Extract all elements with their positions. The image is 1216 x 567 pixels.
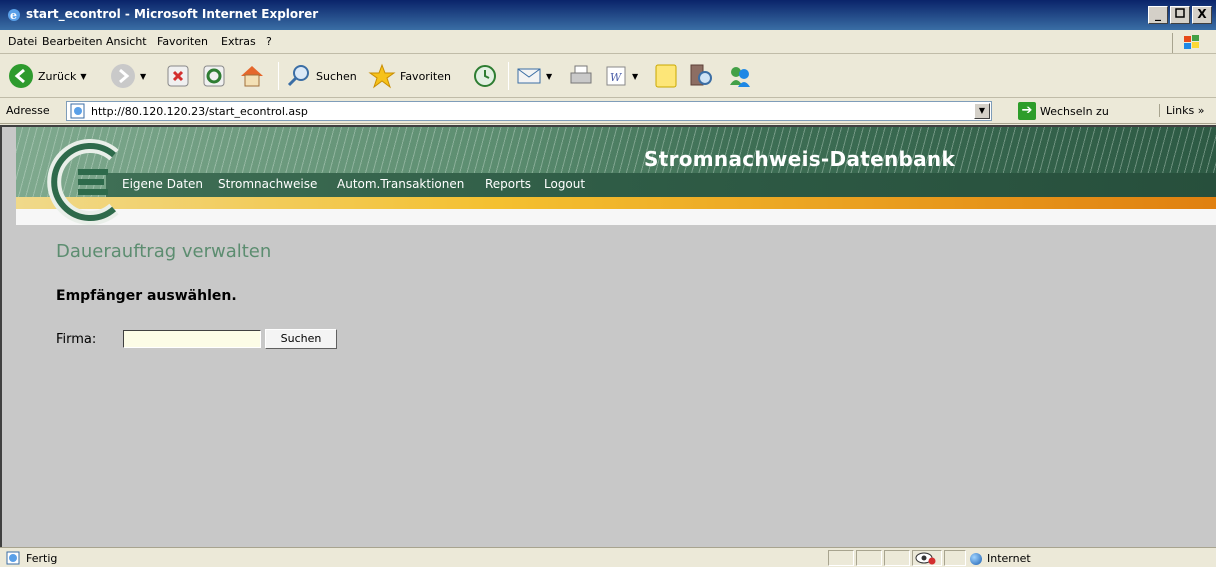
messenger-button[interactable] [726,62,754,90]
address-input[interactable]: http://80.120.120.23/start_econtrol.asp … [66,101,992,121]
favorites-button[interactable]: Favoriten [368,62,451,90]
privacy-pane[interactable] [912,550,942,566]
word-document-icon: W [606,66,626,86]
menu-help[interactable]: ? [266,35,272,48]
forward-arrow-icon [111,64,135,88]
home-button[interactable] [238,62,266,90]
links-button[interactable]: Links » [1159,104,1204,117]
firma-label: Firma: [56,332,97,347]
note-icon [655,64,677,88]
browser-viewport: Stromnachweis-Datenbank Eigene Daten Str… [0,125,1216,547]
window-title: start_econtrol - Microsoft Internet Expl… [26,7,319,21]
security-zone[interactable]: Internet [970,552,1031,565]
privacy-eye-icon [915,552,936,565]
refresh-button[interactable] [202,62,226,90]
address-bar: Adresse http://80.120.120.23/start_econt… [0,98,1216,124]
main-navigation: Eigene Daten Stromnachweise Autom.Transa… [106,173,1216,197]
chevron-down-icon[interactable]: ▼ [632,72,638,81]
nav-logout[interactable]: Logout [544,177,585,191]
nav-autom-transaktionen[interactable]: Autom.Transaktionen [337,177,464,191]
menu-bar: Datei Bearbeiten Ansicht Favoriten Extra… [0,30,1216,54]
page-icon [70,103,85,119]
status-pane [828,550,854,566]
favorites-label: Favoriten [400,69,451,83]
status-text: Fertig [26,552,58,565]
ie-icon: e [8,9,20,22]
back-label: Zurück [38,69,77,83]
star-icon [368,63,396,89]
back-button[interactable]: Zurück ▼ [8,62,87,90]
search-button[interactable]: Suchen [265,329,337,349]
site-banner: Stromnachweis-Datenbank Eigene Daten Str… [16,127,1216,225]
messenger-icon [730,67,750,87]
history-icon [474,65,496,87]
home-icon [241,66,263,87]
econtrol-logo [47,139,119,225]
menu-favoriten[interactable]: Favoriten [157,35,208,48]
go-button[interactable]: ➔ Wechseln zu [1018,102,1109,120]
chevron-down-icon[interactable]: ▼ [80,72,86,81]
windows-logo-icon [1172,33,1210,53]
svg-text:e: e [10,9,17,22]
status-pane [884,550,910,566]
maximize-button[interactable] [1170,6,1190,24]
minimize-button[interactable]: _ [1148,6,1168,24]
zone-label: Internet [987,552,1031,565]
title-bar[interactable]: e start_econtrol - Microsoft Internet Ex… [0,0,1216,30]
search-label: Suchen [316,69,357,83]
window-controls: _ X [1148,6,1212,24]
stop-button[interactable] [166,62,190,90]
chevron-down-icon[interactable]: ▼ [140,72,146,81]
mail-icon [517,68,541,84]
maximize-icon [1175,8,1185,18]
banner-white-strip [16,209,1216,225]
section-subtitle: Empfänger auswählen. [56,288,237,304]
menu-datei[interactable]: Datei [8,35,37,48]
research-icon [690,64,712,86]
menu-extras[interactable]: Extras [221,35,256,48]
banner-orange-strip [16,197,1216,209]
site-title: Stromnachweis-Datenbank [644,147,956,171]
stop-icon [167,65,189,87]
nav-eigene-daten[interactable]: Eigene Daten [122,177,203,191]
toolbar-separator [278,62,279,90]
chevron-down-icon[interactable]: ▼ [546,72,552,81]
address-url: http://80.120.120.23/start_econtrol.asp [91,105,308,118]
svg-text:W: W [610,71,623,84]
status-pane [856,550,882,566]
toolbar: Zurück ▼ ▼ Suchen Favoriten ▼ W ▼ [0,54,1216,98]
go-arrow-icon: ➔ [1018,102,1036,120]
status-bar: Fertig Internet [0,547,1216,567]
go-label: Wechseln zu [1040,104,1109,118]
edit-button[interactable]: W ▼ [604,62,638,90]
print-button[interactable] [568,62,594,90]
research-button[interactable] [688,62,714,90]
history-button[interactable] [472,62,498,90]
search-toolbar-button[interactable]: Suchen [286,62,357,90]
nav-stromnachweise[interactable]: Stromnachweise [218,177,317,191]
nav-reports[interactable]: Reports [485,177,531,191]
mail-button[interactable]: ▼ [516,62,552,90]
menu-bearbeiten[interactable]: Bearbeiten [42,35,102,48]
address-label: Adresse [6,104,50,117]
back-arrow-icon [9,64,33,88]
status-pane [944,550,966,566]
firma-input[interactable] [123,330,261,348]
address-dropdown-icon[interactable]: ▼ [974,103,990,119]
discuss-button[interactable] [654,62,678,90]
toolbar-separator [508,62,509,90]
search-icon [287,65,309,87]
menu-ansicht[interactable]: Ansicht [106,35,147,48]
page-title: Dauerauftrag verwalten [56,241,272,262]
page-done-icon [6,551,20,565]
globe-icon [970,552,982,565]
close-button[interactable]: X [1192,6,1212,24]
forward-button[interactable]: ▼ [110,62,146,90]
refresh-icon [203,65,225,87]
printer-icon [570,65,592,84]
